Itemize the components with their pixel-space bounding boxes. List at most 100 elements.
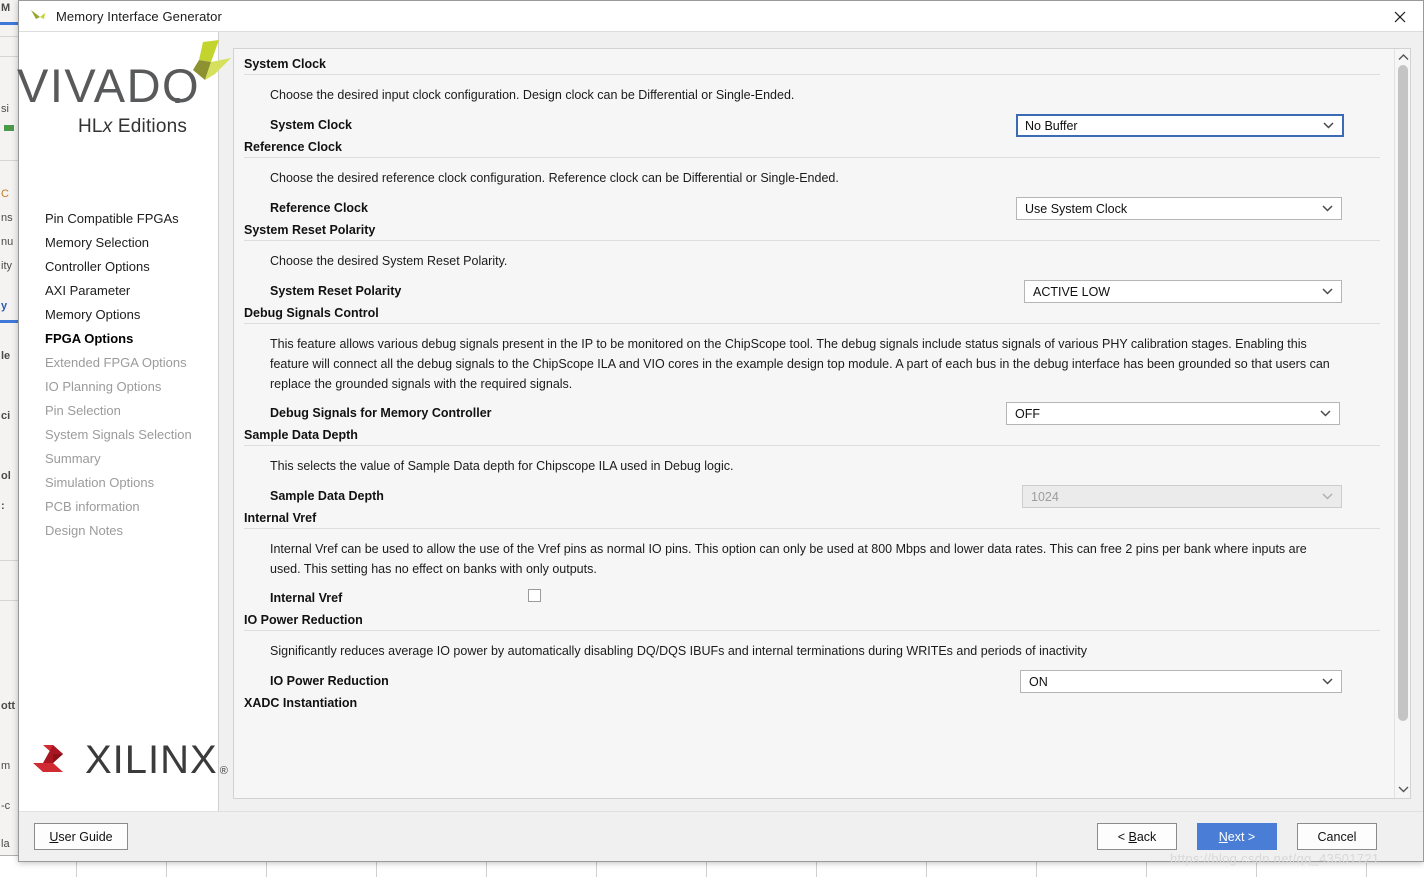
bg-fragment: C: [1, 188, 9, 200]
section-sample-data-depth: Sample Data Depth This selects the value…: [240, 428, 1384, 511]
system-clock-dropdown[interactable]: No Buffer: [1016, 114, 1344, 137]
bg-fragment: si: [1, 103, 9, 115]
footer-action-buttons: < Back Next > Cancel: [1097, 823, 1377, 850]
vivado-pinwheel-icon: [175, 40, 233, 97]
sidebar-item-memory-selection[interactable]: Memory Selection: [19, 231, 219, 255]
field-label-internal-vref: Internal Vref: [270, 591, 343, 605]
window-titlebar: Memory Interface Generator: [19, 1, 1423, 32]
reference-clock-dropdown[interactable]: Use System Clock: [1016, 197, 1342, 220]
section-reference-clock: Reference Clock Choose the desired refer…: [240, 140, 1384, 223]
vivado-edition-label: HLx Editions: [78, 116, 188, 137]
bg-fragment: nu: [1, 236, 14, 248]
internal-vref-checkbox[interactable]: [528, 589, 541, 602]
bg-status-chip: [4, 125, 14, 131]
chevron-down-icon: [1322, 198, 1333, 219]
vivado-app-icon: [29, 8, 47, 24]
bg-fragment: -c: [1, 800, 11, 812]
dialog-footer: User Guide < Back Next > Cancel: [19, 811, 1423, 861]
bg-fragment: M: [1, 2, 11, 14]
sidebar-item-summary: Summary: [45, 451, 101, 466]
section-title: IO Power Reduction: [244, 613, 363, 627]
sidebar-item-pcb-information: PCB information: [45, 499, 140, 514]
chevron-down-icon: [1322, 671, 1333, 692]
options-panel: System Clock Choose the desired input cl…: [233, 48, 1411, 799]
sidebar-item-axi-parameter[interactable]: AXI Parameter: [19, 279, 219, 303]
back-button[interactable]: < Back: [1097, 823, 1177, 850]
field-label-reference-clock: Reference Clock: [270, 201, 368, 215]
bg-fragment: ns: [1, 212, 13, 224]
wizard-sidebar: VIVADO HLx Editions Pin Compatible FPGAs…: [17, 32, 231, 811]
section-internal-vref: Internal Vref Internal Vref can be used …: [240, 511, 1384, 613]
chevron-down-icon: [1323, 116, 1334, 135]
user-guide-button[interactable]: User Guide: [34, 823, 128, 850]
section-title: Sample Data Depth: [244, 428, 358, 442]
sidebar-item-memory-options[interactable]: Memory Options: [19, 303, 219, 327]
options-scroll-content: System Clock Choose the desired input cl…: [234, 49, 1394, 798]
debug-signals-dropdown[interactable]: OFF: [1006, 402, 1340, 425]
section-debug-signals-control: Debug Signals Control This feature allow…: [240, 306, 1384, 428]
bg-fragment: la: [1, 838, 10, 850]
sidebar-item-fpga-options[interactable]: FPGA Options: [19, 327, 219, 351]
sample-data-depth-value: 1024: [1031, 489, 1059, 504]
field-label-io-power-reduction: IO Power Reduction: [270, 674, 389, 688]
chevron-down-icon: [1320, 403, 1331, 424]
sidebar-item-io-planning-options: IO Planning Options: [45, 379, 162, 394]
dialog-body: VIVADO HLx Editions Pin Compatible FPGAs…: [17, 32, 1423, 811]
bg-fragment: m: [1, 760, 11, 772]
window-title: Memory Interface Generator: [56, 8, 222, 24]
bg-fragment: ity: [1, 260, 12, 272]
system-reset-polarity-value: ACTIVE LOW: [1033, 284, 1111, 299]
field-label-debug-signals: Debug Signals for Memory Controller: [270, 406, 492, 420]
xilinx-mark-icon: [33, 745, 63, 772]
io-power-reduction-value: ON: [1029, 674, 1048, 689]
sidebar-item-simulation-options: Simulation Options: [45, 475, 155, 490]
bg-fragment: :: [1, 500, 5, 512]
sample-data-depth-dropdown: 1024: [1022, 485, 1342, 508]
section-title: Reference Clock: [244, 140, 342, 154]
field-label-system-clock: System Clock: [270, 118, 352, 132]
sidebar-item-pin-compatible-fpgas[interactable]: Pin Compatible FPGAs: [19, 207, 219, 231]
section-title: Internal Vref: [244, 511, 317, 525]
section-title: Debug Signals Control: [244, 306, 379, 320]
scroll-down-icon[interactable]: [1395, 782, 1410, 797]
memory-interface-generator-dialog: Memory Interface Generator VIVADO HLx Ed…: [17, 0, 1424, 862]
system-clock-value: No Buffer: [1025, 118, 1078, 133]
section-title: XADC Instantiation: [244, 696, 358, 710]
close-icon[interactable]: [1377, 1, 1423, 32]
xilinx-registered-mark: ®: [219, 765, 228, 777]
bg-fragment: ott: [1, 700, 16, 712]
section-description: Choose the desired System Reset Polarity…: [270, 254, 508, 268]
bg-fragment: ol: [1, 470, 11, 482]
sidebar-item-controller-options[interactable]: Controller Options: [19, 255, 219, 279]
section-io-power-reduction: IO Power Reduction Significantly reduces…: [240, 613, 1384, 696]
bg-fragment: y: [1, 300, 8, 312]
bg-fragment: le: [1, 350, 11, 362]
io-power-reduction-dropdown[interactable]: ON: [1020, 670, 1342, 693]
section-xadc-instantiation: XADC Instantiation: [240, 696, 1384, 713]
section-description: Choose the desired input clock configura…: [270, 88, 795, 102]
vivado-trademark-dot: [175, 98, 180, 103]
field-label-sample-data-depth: Sample Data Depth: [270, 489, 384, 503]
vivado-wordmark: VIVADO: [17, 59, 201, 112]
section-title: System Reset Polarity: [244, 223, 376, 237]
section-system-clock: System Clock Choose the desired input cl…: [240, 57, 1384, 140]
section-description: Internal Vref can be used to allow the u…: [270, 542, 1307, 576]
section-description: Significantly reduces average IO power b…: [270, 644, 1088, 658]
section-description: This selects the value of Sample Data de…: [270, 459, 734, 473]
reference-clock-value: Use System Clock: [1025, 201, 1128, 216]
section-title: System Clock: [244, 57, 326, 71]
section-description: Choose the desired reference clock confi…: [270, 171, 839, 185]
cancel-button[interactable]: Cancel: [1297, 823, 1377, 850]
xilinx-logo: XILINX ®: [29, 737, 228, 783]
section-description: This feature allows various debug signal…: [270, 337, 1330, 391]
sidebar-item-system-signals-selection: System Signals Selection: [45, 427, 192, 442]
vertical-scrollbar[interactable]: [1394, 49, 1410, 798]
sidebar-item-extended-fpga-options: Extended FPGA Options: [45, 355, 187, 370]
vivado-logo: VIVADO HLx Editions: [17, 40, 231, 160]
scroll-up-icon[interactable]: [1395, 50, 1410, 65]
next-button[interactable]: Next >: [1197, 823, 1277, 850]
bg-fragment: ci: [1, 410, 11, 422]
sidebar-item-pin-selection: Pin Selection: [45, 403, 121, 418]
system-reset-polarity-dropdown[interactable]: ACTIVE LOW: [1024, 280, 1342, 303]
scrollbar-thumb[interactable]: [1398, 65, 1408, 721]
